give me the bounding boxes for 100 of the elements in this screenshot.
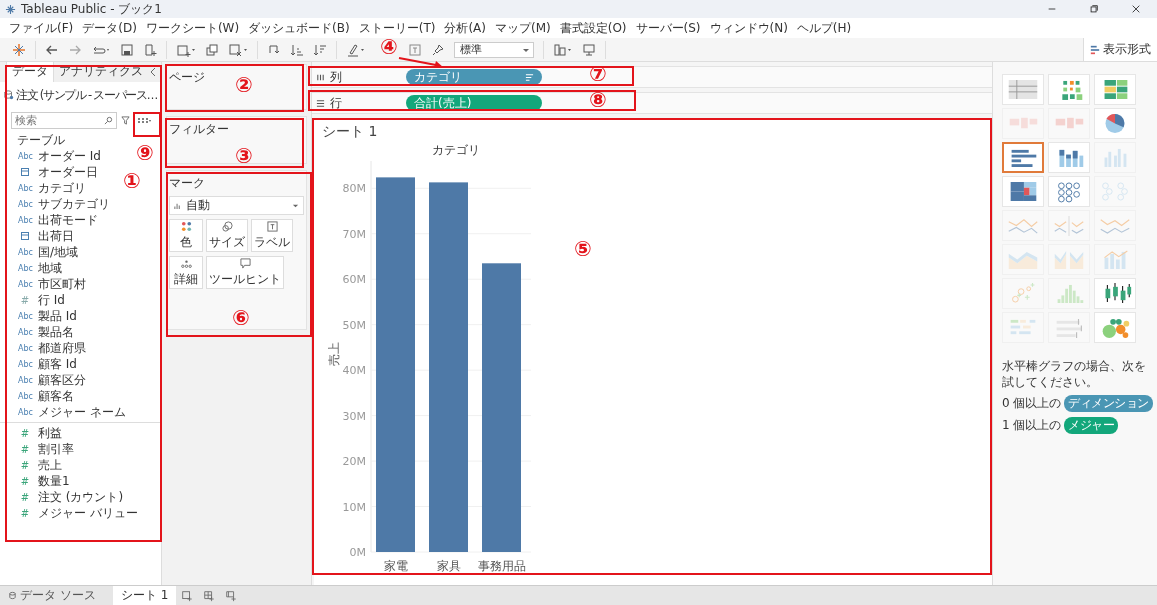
field-item[interactable]: # 注文 (カウント) xyxy=(0,489,124,505)
mark-property-button[interactable]: 色 xyxy=(169,219,203,252)
search-icon xyxy=(104,116,113,125)
data-type-icon: Abc xyxy=(18,151,32,161)
new-dashboard-icon[interactable] xyxy=(203,589,216,602)
callout-number: ⑨ xyxy=(135,141,155,165)
data-source-tab[interactable]: データ ソース xyxy=(0,586,113,605)
field-item[interactable]: オーダー日 xyxy=(0,164,98,180)
requirement-text: 0 個以上の xyxy=(1002,395,1062,412)
search-field[interactable]: 検索 xyxy=(11,112,117,129)
field-item[interactable]: Abc メジャー ネーム xyxy=(0,404,126,420)
card-title: ページ xyxy=(169,70,205,84)
hint-text: 水平棒グラフの場合、次を試してください。 xyxy=(1002,358,1147,390)
field-item[interactable]: Abc 出荷モード xyxy=(0,212,98,228)
mark-property-button[interactable]: サイズ xyxy=(206,219,248,252)
sheet-tab[interactable]: シート 1 xyxy=(113,586,177,605)
collapse-icon[interactable] xyxy=(149,67,157,77)
menu-item[interactable]: ストーリー(T) xyxy=(358,19,436,37)
field-item[interactable]: Abc 地域 xyxy=(0,260,62,276)
restore-icon[interactable] xyxy=(1089,4,1099,14)
save-icon[interactable] xyxy=(120,42,134,57)
field-item[interactable]: # 割引率 xyxy=(0,441,74,457)
axis-label: 50M xyxy=(342,318,366,332)
show-cards-icon[interactable] xyxy=(553,42,573,57)
bar-chart-icon xyxy=(1090,44,1100,55)
field-item[interactable]: Abc 製品 Id xyxy=(0,308,77,324)
menu-item[interactable]: ダッシュボード(B) xyxy=(248,19,350,37)
presentation-icon[interactable] xyxy=(582,42,596,57)
new-story-icon[interactable] xyxy=(225,589,238,602)
axis-label: 40M xyxy=(342,364,366,378)
text-label-icon[interactable] xyxy=(408,42,422,57)
data-type-icon: # xyxy=(18,443,32,455)
duplicate-sheet-icon[interactable] xyxy=(205,42,219,57)
menu-item[interactable]: ウィンドウ(N) xyxy=(709,19,788,37)
menu-item[interactable]: ヘルプ(H) xyxy=(796,19,852,37)
shelf-label: 行 xyxy=(330,94,342,112)
category-label: 家電 xyxy=(383,559,408,573)
sheet-title: シート 1 xyxy=(321,122,379,141)
data-type-icon: Abc xyxy=(18,327,32,337)
mark-type-dropdown[interactable]: 自動 xyxy=(169,196,304,215)
data-type-icon: Abc xyxy=(18,359,32,369)
show-me-tab[interactable]: 表示形式 xyxy=(1083,38,1157,61)
filter-icon[interactable] xyxy=(121,116,130,125)
menu-item[interactable]: 書式設定(O) xyxy=(559,19,627,37)
speech-bubble-icon xyxy=(239,257,251,269)
field-item[interactable]: Abc 製品名 xyxy=(0,324,74,340)
pin-icon[interactable] xyxy=(431,42,445,57)
field-item[interactable]: # 利益 xyxy=(0,425,62,441)
callout-number: ③ xyxy=(234,144,254,168)
new-data-source-icon[interactable] xyxy=(143,42,157,57)
field-item[interactable]: Abc 国/地域 xyxy=(0,244,79,260)
mark-property-button[interactable]: 詳細 xyxy=(169,256,203,289)
callout-number: ① xyxy=(122,169,142,193)
data-type-icon: # xyxy=(18,459,32,471)
field-item[interactable]: # 売上 xyxy=(0,457,62,473)
show-me-label: 表示形式 xyxy=(1103,41,1151,58)
menu-item[interactable]: 分析(A) xyxy=(444,19,486,37)
new-worksheet-icon[interactable] xyxy=(181,589,194,602)
mark-property-button[interactable]: ツールヒント xyxy=(206,256,284,289)
field-item[interactable]: Abc 市区町村 xyxy=(0,276,86,292)
clear-sheet-icon[interactable] xyxy=(228,42,248,57)
axis-label: 30M xyxy=(342,409,366,423)
close-icon[interactable] xyxy=(1131,4,1141,14)
pane-tab[interactable]: アナリティクス xyxy=(54,62,148,82)
field-item[interactable]: Abc カテゴリ xyxy=(0,180,86,196)
callout-number: ④ xyxy=(379,35,399,59)
caret-icon xyxy=(292,202,299,209)
data-type-icon: Abc xyxy=(18,391,32,401)
callout-number: ⑤ xyxy=(573,237,593,261)
menu-item[interactable]: マップ(M) xyxy=(495,19,551,37)
field-item[interactable]: 出荷日 xyxy=(0,228,74,244)
field-item[interactable]: Abc 都道府県 xyxy=(0,340,86,356)
data-type-icon: Abc xyxy=(18,263,32,273)
new-worksheet-icon[interactable] xyxy=(176,42,196,57)
field-item[interactable]: # 行 Id xyxy=(0,292,65,308)
data-source-name[interactable]: 注文 (サンプル - スーパース… xyxy=(16,87,157,103)
text-label-icon xyxy=(266,220,278,232)
fit-dropdown[interactable]: 標準 xyxy=(454,41,534,58)
data-type-icon: Abc xyxy=(18,407,32,417)
mark-property-button[interactable]: ラベル xyxy=(251,219,293,252)
sort-ascending-icon[interactable] xyxy=(290,42,304,57)
menu-item[interactable]: サーバー(S) xyxy=(635,19,701,37)
field-item[interactable]: Abc 顧客名 xyxy=(0,388,74,404)
color-dots-icon xyxy=(180,220,192,232)
logo-icon[interactable] xyxy=(12,42,26,57)
chart-type-button[interactable] xyxy=(1002,142,1044,173)
axis-label: 20M xyxy=(342,455,366,469)
menu-item[interactable]: データ(D) xyxy=(82,19,137,37)
menu-item[interactable]: ワークシート(W) xyxy=(145,19,240,37)
field-item[interactable]: # 数量1 xyxy=(0,473,70,489)
card-title: マーク xyxy=(169,176,205,190)
field-item[interactable]: Abc 顧客区分 xyxy=(0,372,86,388)
menu-item[interactable]: ファイル(F) xyxy=(9,19,74,37)
field-item[interactable]: Abc 顧客 Id xyxy=(0,356,77,372)
field-item[interactable]: Abc サブカテゴリ xyxy=(0,196,110,212)
highlighter-icon[interactable] xyxy=(346,42,366,57)
sort-descending-icon[interactable] xyxy=(313,42,327,57)
field-item[interactable]: Abc オーダー Id xyxy=(0,148,101,164)
columns-icon xyxy=(316,72,325,82)
field-item[interactable]: # メジャー バリュー xyxy=(0,505,138,521)
